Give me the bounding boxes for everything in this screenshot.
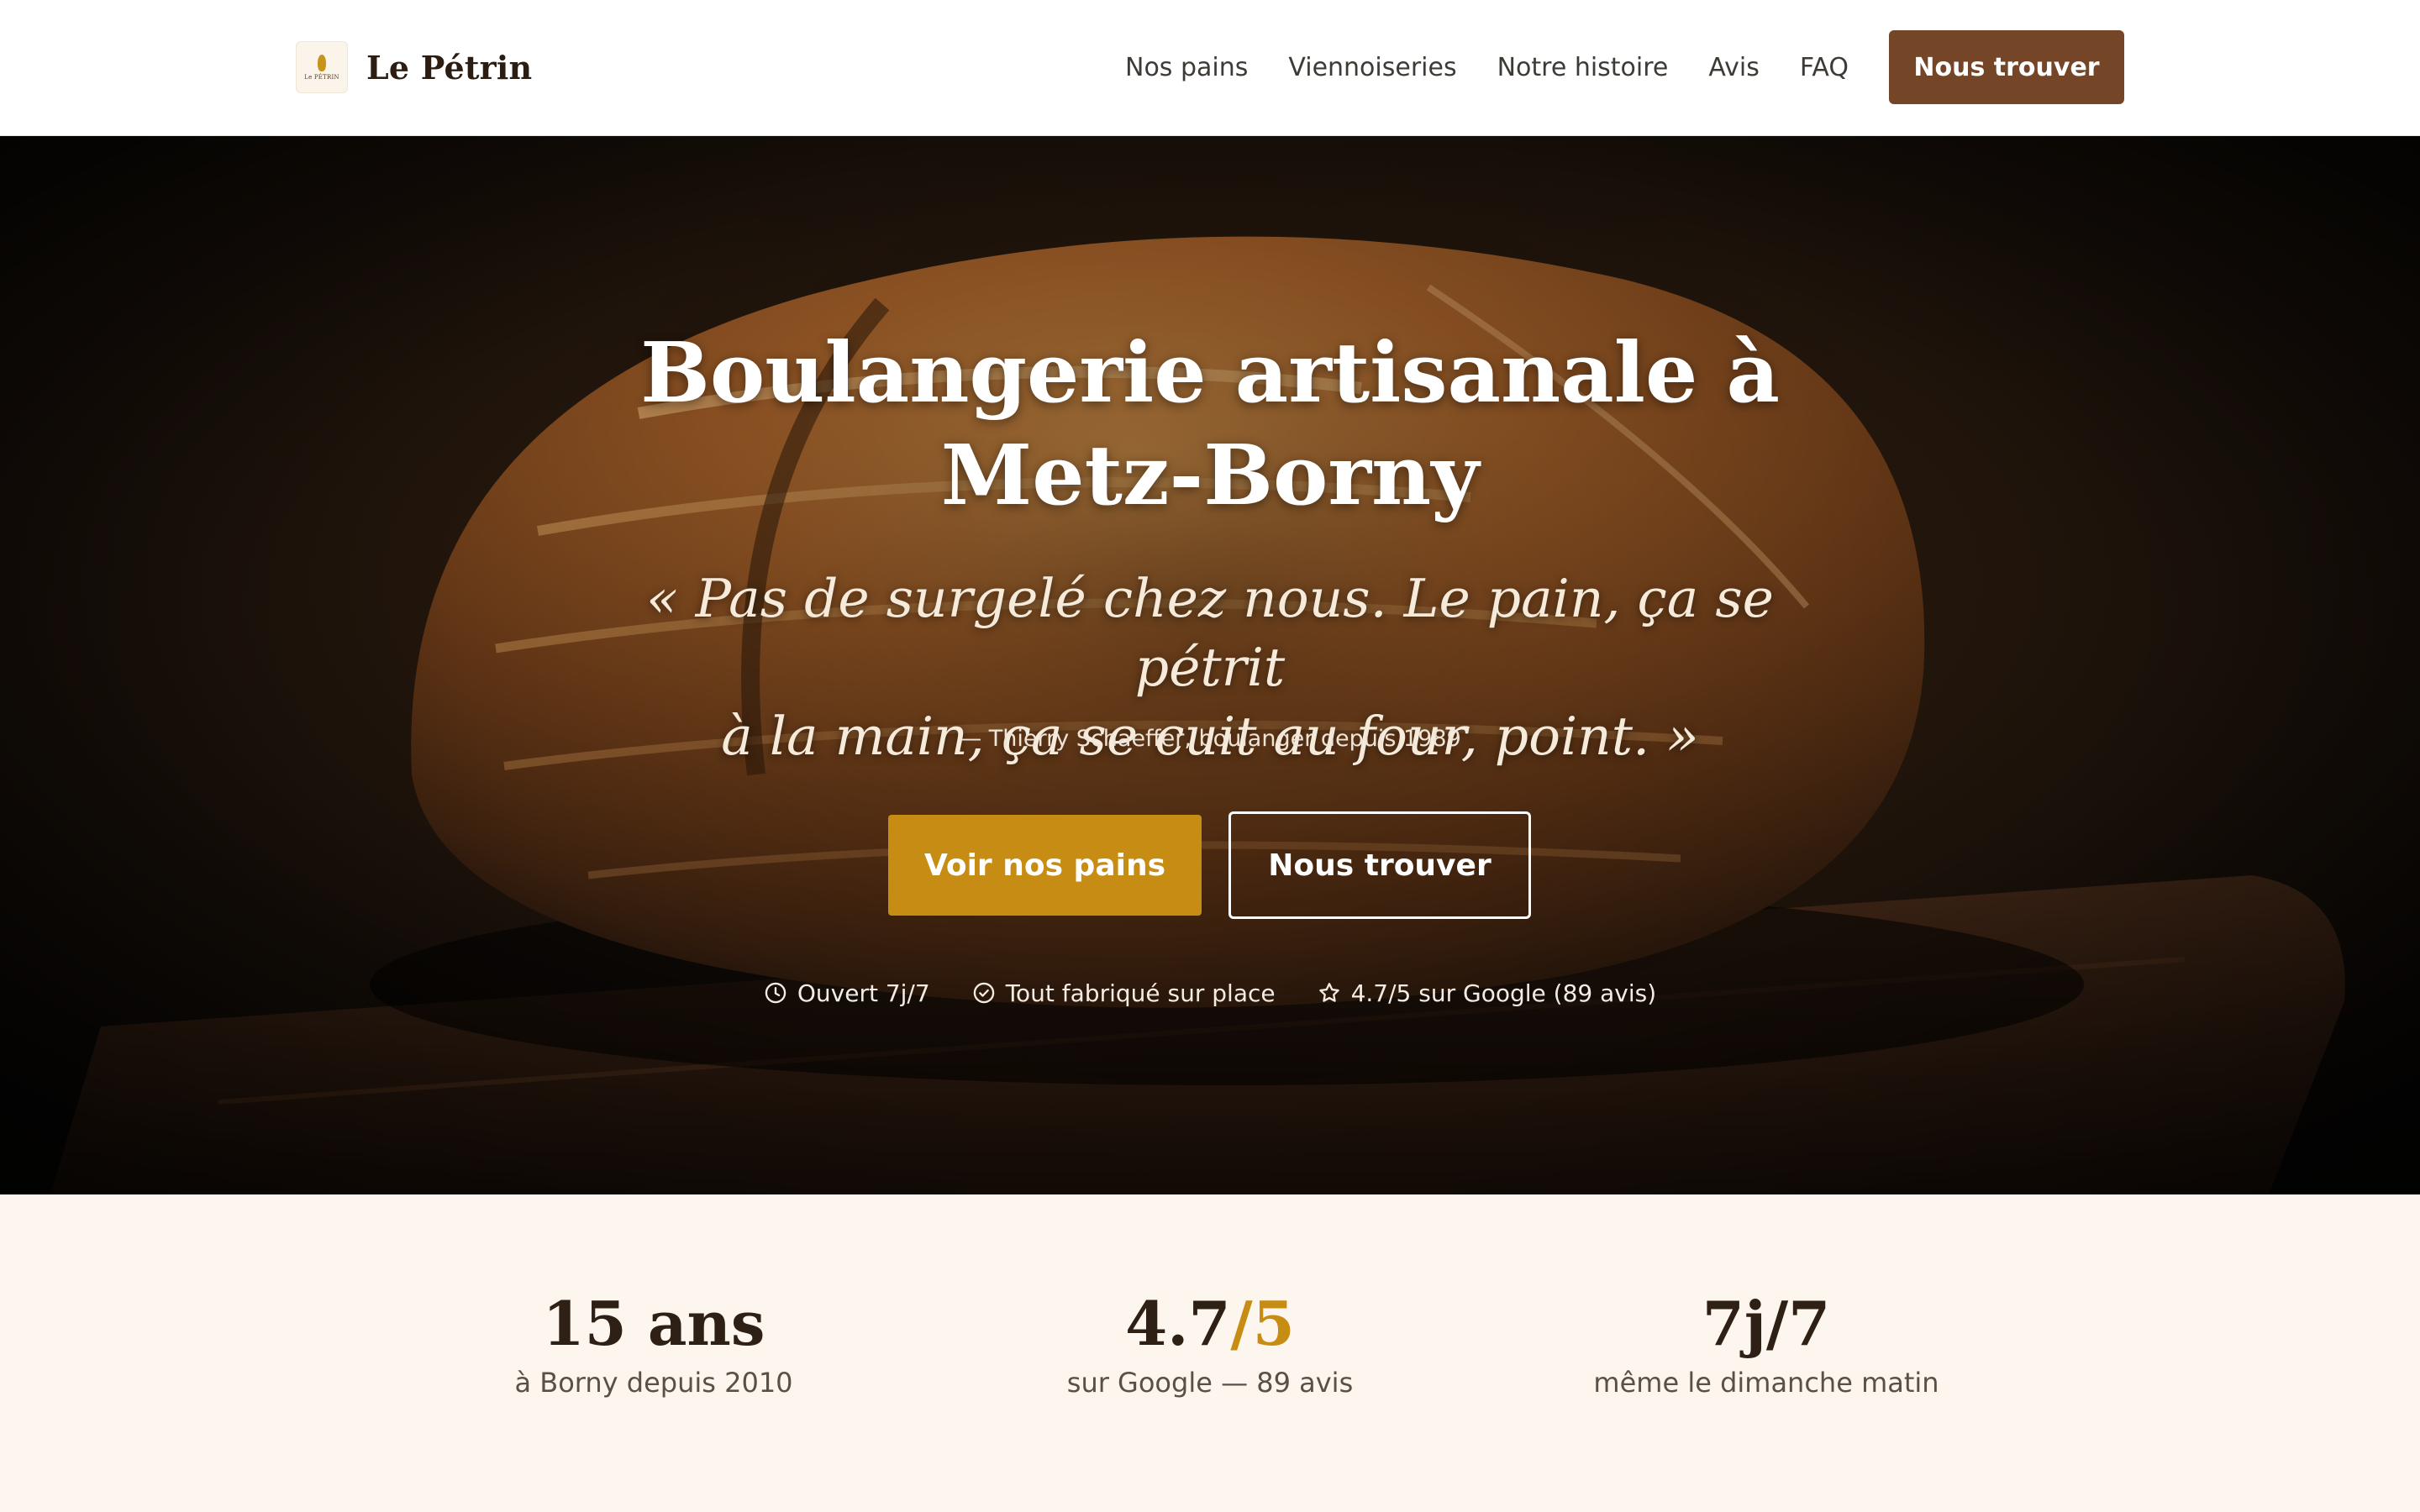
nav-find-us-button[interactable]: Nous trouver — [1889, 30, 2124, 104]
nav-link-avis[interactable]: Avis — [1708, 53, 1759, 82]
badge-homemade: Tout fabriqué sur place — [972, 979, 1276, 1007]
nav-link-viennoiseries[interactable]: Viennoiseries — [1288, 53, 1456, 82]
check-circle-icon — [973, 982, 994, 1004]
badge-open: Ouvert 7j/7 — [764, 979, 930, 1007]
stat-rating-score: 4.7 — [1125, 1288, 1231, 1359]
stat-rating: 4.7/5 sur Google — 89 avis — [941, 1285, 1479, 1401]
stat-years-value: 15 ans — [542, 1288, 765, 1359]
badge-open-label: Ouvert 7j/7 — [797, 979, 930, 1007]
hero-badges: Ouvert 7j/7 Tout fabriqué sur place 4.7/… — [0, 976, 2420, 1010]
stat-years-label: à Borny depuis 2010 — [514, 1367, 793, 1399]
see-breads-button[interactable]: Voir nos pains — [888, 815, 1202, 916]
hero-title-line-1: Boulangerie artisanale à — [640, 325, 1780, 422]
stat-years: 15 ans à Borny depuis 2010 — [385, 1285, 923, 1401]
quote-author: — Thierry Schaeffer, boulanger depuis 19… — [959, 726, 1461, 752]
stat-rating-scale: /5 — [1230, 1288, 1295, 1359]
stat-rating-value: 4.7/5 — [941, 1285, 1479, 1362]
logo-badge-text: Le PÉTRIN — [304, 73, 339, 81]
logo-badge-icon: Le PÉTRIN — [296, 41, 348, 93]
wheat-icon — [318, 54, 326, 71]
site-header: Le PÉTRIN Le Pétrin Nos pains Viennoiser… — [0, 0, 2420, 136]
hero-find-us-button[interactable]: Nous trouver — [1228, 811, 1531, 919]
star-icon — [1318, 983, 1339, 1002]
stat-open-days-value: 7j/7 — [1702, 1288, 1831, 1359]
main-nav: Nos pains Viennoiseries Notre histoire A… — [1125, 30, 2124, 104]
stat-open-days-label: même le dimanche matin — [1593, 1367, 1939, 1399]
hero-content: Boulangerie artisanale à Metz-Borny « Pa… — [0, 136, 2420, 1194]
nav-link-nos-pains[interactable]: Nos pains — [1125, 53, 1248, 82]
brand-name: Le Pétrin — [366, 48, 533, 87]
stat-open-days: 7j/7 même le dimanche matin — [1497, 1285, 2035, 1401]
stats-section: 15 ans à Borny depuis 2010 4.7/5 sur Goo… — [0, 1194, 2420, 1512]
badge-homemade-label: Tout fabriqué sur place — [1005, 979, 1276, 1007]
logo[interactable]: Le PÉTRIN Le Pétrin — [296, 40, 532, 94]
stat-rating-label: sur Google — 89 avis — [1066, 1367, 1354, 1399]
hero-title: Boulangerie artisanale à Metz-Borny — [538, 323, 1882, 528]
badge-rating-label: 4.7/5 sur Google (89 avis) — [1350, 979, 1657, 1007]
nav-link-notre-histoire[interactable]: Notre histoire — [1497, 53, 1669, 82]
badge-rating: 4.7/5 sur Google (89 avis) — [1318, 979, 1657, 1007]
hero-title-line-2: Metz-Borny — [940, 428, 1480, 524]
hero-section: Boulangerie artisanale à Metz-Borny « Pa… — [0, 136, 2420, 1194]
hero-quote-line-1: « Pas de surgelé chez nous. Le pain, ça … — [646, 568, 1774, 698]
clock-icon — [765, 982, 786, 1004]
nav-link-faq[interactable]: FAQ — [1800, 53, 1849, 82]
